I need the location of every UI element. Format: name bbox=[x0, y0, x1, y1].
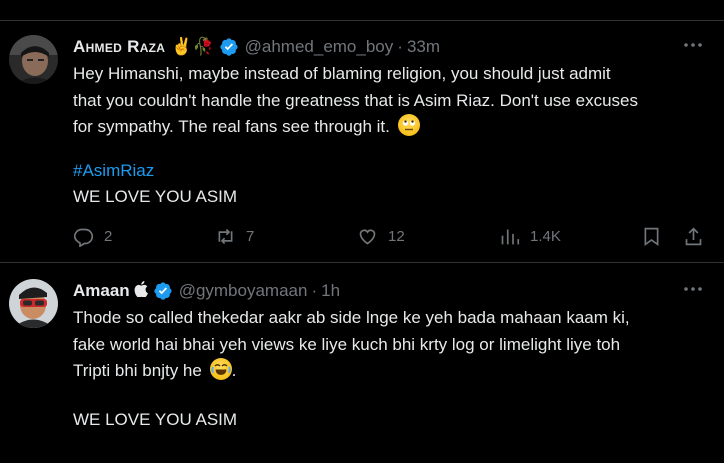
more-dots-icon[interactable] bbox=[682, 35, 704, 55]
tweet-line: WE LOVE YOU ASIM bbox=[73, 187, 238, 206]
bookmark-icon bbox=[644, 227, 659, 246]
share-button[interactable] bbox=[683, 224, 704, 248]
avatar[interactable] bbox=[9, 279, 58, 328]
tweet-line: Hey Himanshi, maybe instead of blaming r… bbox=[73, 64, 611, 83]
like-count: 12 bbox=[388, 227, 405, 245]
tweet-line: for sympathy. The real fans see through … bbox=[73, 114, 709, 141]
author-name[interactable]: Amaan bbox=[73, 281, 130, 301]
reply-icon bbox=[73, 228, 94, 247]
author-emojis: ✌🥀 bbox=[171, 37, 214, 56]
tweet[interactable]: Ahmed Raza ✌🥀 @ahmed_emo_boy · 33m Hey H… bbox=[0, 21, 724, 263]
tweet-header: Ahmed Raza ✌🥀 @ahmed_emo_boy · 33m bbox=[73, 36, 440, 58]
share-icon bbox=[685, 226, 702, 245]
tweet-text: Hey Himanshi, maybe instead of blaming r… bbox=[73, 61, 709, 211]
repost-icon bbox=[218, 228, 233, 244]
verified-badge-icon bbox=[219, 37, 239, 57]
previous-tweet-edge bbox=[0, 0, 724, 21]
separator-dot: · bbox=[397, 37, 403, 56]
author-handle[interactable]: @ahmed_emo_boy bbox=[245, 37, 394, 57]
separator-dot: · bbox=[311, 281, 318, 300]
timestamp[interactable]: 1h bbox=[321, 281, 340, 301]
views-icon bbox=[501, 229, 520, 244]
tweet-actions: 2 7 12 1.4K bbox=[73, 224, 713, 248]
avatar[interactable] bbox=[9, 35, 58, 84]
tweet-line: that you couldn't handle the greatness t… bbox=[73, 90, 638, 110]
author-handle[interactable]: @gymboyamaan bbox=[179, 281, 308, 301]
bookmark-button[interactable] bbox=[641, 224, 662, 248]
like-icon bbox=[359, 229, 376, 244]
author-name[interactable]: Ahmed Raza bbox=[73, 37, 165, 57]
repost-count: 7 bbox=[246, 227, 255, 245]
verified-badge-icon bbox=[153, 281, 173, 301]
tweet-line: Thode so called thekedar aakr ab side ln… bbox=[73, 308, 630, 327]
tweet-line-text: Tripti bhi bnjty he bbox=[73, 361, 202, 380]
laughing-emoji: 😂 bbox=[209, 358, 232, 380]
tweet-line: WE LOVE YOU ASIM bbox=[73, 409, 238, 429]
tweet[interactable]: Amaan @gymboyamaan · 1h Thode so called … bbox=[0, 263, 724, 463]
tweet-text: Thode so called thekedar aakr ab side ln… bbox=[73, 305, 709, 433]
views-count: 1.4K bbox=[530, 227, 561, 245]
tweet-header: Amaan @gymboyamaan · 1h bbox=[73, 280, 340, 302]
reply-button[interactable]: 2 bbox=[73, 224, 112, 248]
tweet-line-text: for sympathy. The real fans see through … bbox=[73, 117, 390, 136]
tweet-line-end: . bbox=[231, 361, 237, 380]
apple-icon bbox=[134, 280, 148, 302]
more-dots-icon[interactable] bbox=[682, 279, 704, 299]
views-button[interactable]: 1.4K bbox=[499, 224, 561, 248]
repost-button[interactable]: 7 bbox=[215, 224, 254, 248]
eye-roll-emoji: 🙄 bbox=[397, 114, 420, 136]
tweet-line: Tripti bhi bnjty he 😂. bbox=[73, 358, 709, 385]
hashtag-link[interactable]: #AsimRiaz bbox=[73, 161, 154, 180]
like-button[interactable]: 12 bbox=[357, 224, 405, 248]
reply-count: 2 bbox=[104, 227, 113, 245]
timestamp[interactable]: 33m bbox=[407, 37, 440, 57]
tweet-line: fake world hai bhai yeh views ke liye ku… bbox=[73, 334, 621, 354]
